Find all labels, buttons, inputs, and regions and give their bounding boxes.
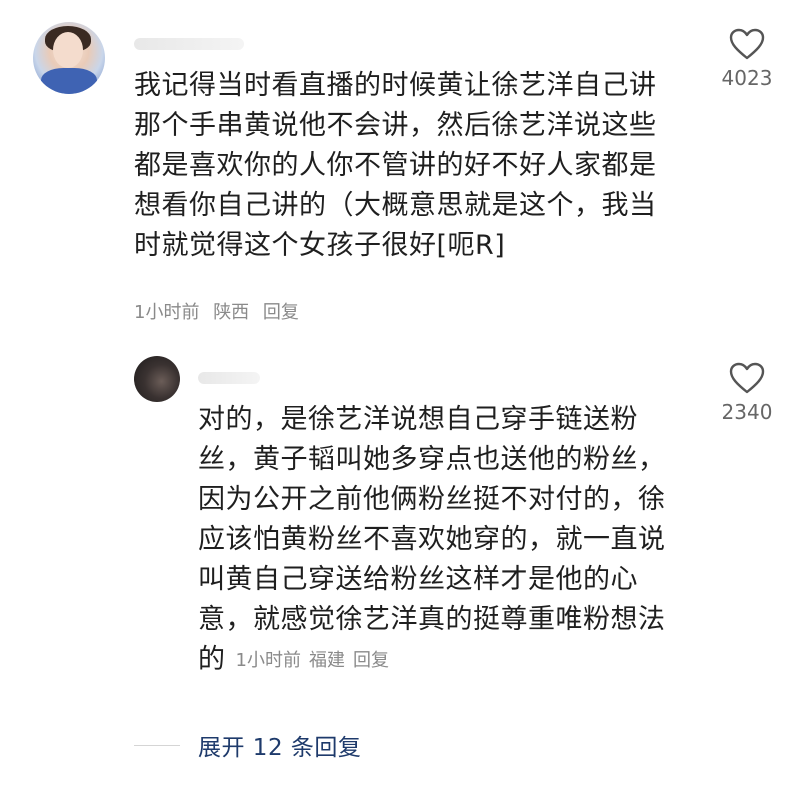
reply-line: 丝，黄子韬叫她多穿点也送他的粉丝， [198,444,666,475]
divider [134,744,180,746]
reply-meta: 1小时前 福建 回复 [236,650,389,671]
reply-like-button[interactable]: 2340 [712,362,782,424]
expand-replies-row[interactable]: 展开 12 条回复 [134,728,361,762]
heart-outline-icon [729,28,765,60]
reply-body: 对的，是徐艺洋说想自己穿手链送粉 丝，黄子韬叫她多穿点也送他的粉丝， 因为公开之… [198,400,666,681]
reply-line: 对的，是徐艺洋说想自己穿手链送粉 [198,404,638,435]
reply-line: 的 [198,644,226,675]
comment-like-button[interactable]: 4023 [712,28,782,90]
comment-meta: 1小时前 陕西 回复 [134,298,299,324]
heart-outline-icon [729,362,765,394]
reply-line: 应该怕黄粉丝不喜欢她穿的，就一直说 [198,524,666,555]
replier-avatar[interactable] [134,356,180,402]
comment-line: 我记得当时看直播的时候黄让徐艺洋自己讲 [134,70,657,101]
expand-replies-link[interactable]: 展开 12 条回复 [198,728,361,762]
commenter-avatar[interactable] [33,22,105,94]
comment-reply-button[interactable]: 回复 [263,302,299,323]
reply-location: 福建 [308,650,345,671]
avatar-body [41,68,97,94]
reply-line: 叫黄自己穿送给粉丝这样才是他的心 [198,564,638,595]
reply-line: 因为公开之前他俩粉丝挺不对付的，徐 [198,484,666,515]
reply-like-count: 2340 [721,400,773,424]
comment-location: 陕西 [213,302,250,323]
comment-line: 时就觉得这个女孩子很好[呃R] [134,230,506,261]
comment-line: 都是喜欢你的人你不管讲的好不好人家都是 [134,150,657,181]
replier-username-blurred[interactable] [198,372,260,384]
reply-line: 意，就感觉徐艺洋真的挺尊重唯粉想法 [198,604,666,635]
commenter-username-blurred[interactable] [134,38,244,50]
reply-last-line: 的 1小时前 福建 回复 [198,640,666,681]
avatar-face [53,32,83,68]
comment-body: 我记得当时看直播的时候黄让徐艺洋自己讲 那个手串黄说他不会讲，然后徐艺洋说这些 … [134,66,657,266]
comment-line: 想看你自己讲的（大概意思就是这个，我当 [134,190,657,221]
comment-time: 1小时前 [134,302,200,323]
reply-reply-button[interactable]: 回复 [353,650,389,671]
comment-line: 那个手串黄说他不会讲，然后徐艺洋说这些 [134,110,657,141]
comment-like-count: 4023 [721,66,773,90]
reply-time: 1小时前 [235,650,301,671]
